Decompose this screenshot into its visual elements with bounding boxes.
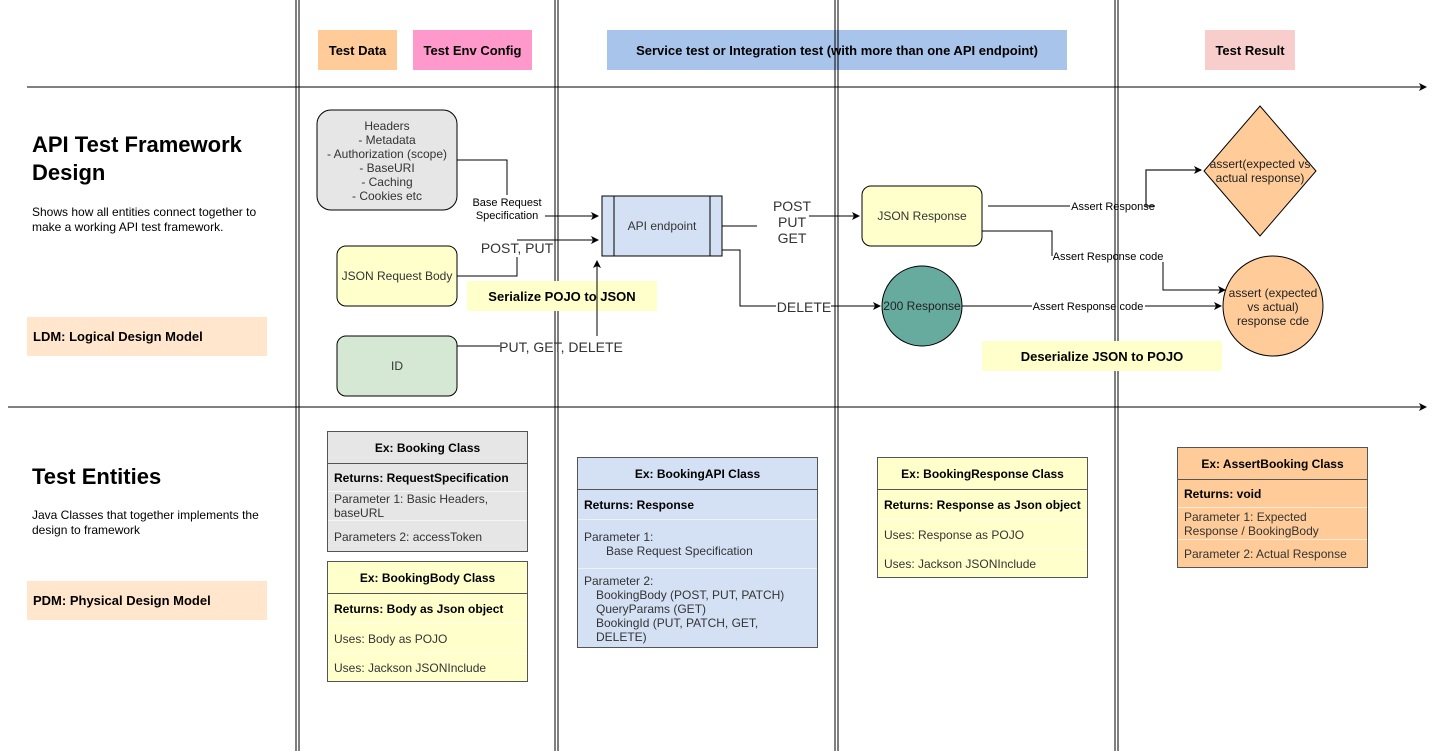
class-row: Parameter 2: BookingBody (POST, PUT, PAT… bbox=[578, 569, 817, 648]
edge-api-delete bbox=[722, 249, 776, 307]
class-row: Uses: Response as POJO bbox=[878, 520, 1087, 550]
edge-assert-code-arrow bbox=[1162, 262, 1226, 294]
class-row: Returns: Response as Json object bbox=[878, 490, 1087, 520]
class-row: Uses: Jackson JSONInclude bbox=[334, 661, 487, 675]
json-response-node: JSON Response bbox=[861, 185, 983, 247]
edge-json-request-body bbox=[457, 257, 518, 277]
assert-diamond-line: actual response) bbox=[1216, 171, 1305, 185]
headers-line: - Authorization (scope) bbox=[327, 147, 447, 161]
class-row: Uses: Jackson JSONInclude bbox=[884, 557, 1037, 571]
class-row: Parameter 1: Base Request Specification bbox=[578, 520, 817, 569]
class-header: Ex: Booking Class bbox=[328, 432, 527, 464]
deserialize-note: Deserialize JSON to POJO bbox=[1021, 349, 1184, 364]
serialize-note: Serialize POJO to JSON bbox=[488, 289, 635, 304]
class-row-text: BookingBody (POST, PUT, PATCH) bbox=[596, 587, 785, 602]
class-row: Parameter 1: Basic Headers, baseURL bbox=[328, 492, 527, 521]
json-request-body-label: JSON Request Body bbox=[342, 269, 453, 283]
assert-circle-line: vs actual) bbox=[1247, 300, 1298, 314]
class-row-text: Parameter 2: bbox=[584, 573, 654, 588]
class-row: Parameter 2: Actual Response bbox=[1184, 547, 1347, 561]
edge-label-assert-response-code-1: Assert Response code bbox=[1053, 251, 1164, 263]
edge-label-specification: Specification bbox=[476, 210, 538, 222]
class-row: Returns: Body as Json object bbox=[328, 594, 527, 624]
headers-line: - Metadata bbox=[358, 133, 416, 147]
edge-label-put: PUT bbox=[778, 214, 806, 230]
assert-circle-line: assert (expected bbox=[1229, 286, 1318, 300]
edge-label-base-request: Base Request bbox=[472, 197, 541, 209]
edge-label-post-put: POST, PUT bbox=[481, 240, 554, 256]
headers-line: - Cookies etc bbox=[352, 189, 422, 203]
api-endpoint-node: API endpoint bbox=[601, 195, 723, 257]
assert-booking-class: Ex: AssertBooking Class Returns: void Pa… bbox=[1177, 447, 1368, 568]
assert-code-circle: assert (expected vs actual) response cde bbox=[1222, 255, 1324, 357]
class-row: Returns: void bbox=[1178, 480, 1367, 508]
json-request-body-node: JSON Request Body bbox=[336, 245, 458, 307]
class-row-text: Parameter 1: bbox=[584, 530, 654, 544]
assert-circle-line: response cde bbox=[1237, 314, 1309, 328]
assert-diamond-line: assert(expected vs bbox=[1210, 157, 1311, 171]
class-header: Ex: BookingResponse Class bbox=[878, 458, 1087, 490]
id-label: ID bbox=[391, 359, 403, 373]
response-200-node: 200 Response bbox=[881, 265, 963, 347]
edge-headers bbox=[457, 159, 508, 195]
class-row: Parameters 2: accessToken bbox=[334, 529, 483, 544]
edge-label-get: GET bbox=[778, 230, 807, 246]
response-200-label: 200 Response bbox=[883, 299, 961, 313]
class-row: Returns: RequestSpecification bbox=[328, 464, 527, 492]
edge-label-delete: DELETE bbox=[777, 299, 831, 315]
class-row: Uses: Body as POJO bbox=[328, 624, 527, 654]
api-endpoint-label: API endpoint bbox=[628, 219, 697, 233]
class-row-text: Base Request Specification bbox=[606, 544, 753, 558]
assert-response-diamond: assert(expected vs actual response) bbox=[1203, 105, 1317, 237]
class-row-text: QueryParams (GET) bbox=[596, 601, 707, 616]
class-row-text: BookingId (PUT, PATCH, GET, DELETE) bbox=[596, 615, 759, 644]
class-header: Ex: BookingAPI Class bbox=[578, 458, 817, 490]
headers-line: - Caching bbox=[361, 175, 412, 189]
class-header: Ex: AssertBooking Class bbox=[1178, 448, 1367, 480]
edge-label-post: POST bbox=[773, 198, 812, 214]
booking-class: Ex: Booking Class Returns: RequestSpecif… bbox=[327, 431, 528, 552]
class-row: Returns: Response bbox=[578, 490, 817, 520]
edge-label-put-get-delete: PUT, GET, DELETE bbox=[499, 339, 623, 355]
edge-label-assert-response-code-2: Assert Response code bbox=[1033, 301, 1144, 313]
id-node: ID bbox=[336, 335, 458, 397]
headers-line: Headers bbox=[364, 119, 409, 133]
booking-api-class: Ex: BookingAPI Class Returns: Response P… bbox=[577, 457, 818, 648]
booking-body-class: Ex: BookingBody Class Returns: Body as J… bbox=[327, 561, 528, 682]
headers-node: Headers - Metadata - Authorization (scop… bbox=[316, 109, 458, 211]
edge-label-assert-response: Assert Response bbox=[1071, 201, 1155, 213]
edge-json-response-code bbox=[982, 230, 1053, 256]
class-header: Ex: BookingBody Class bbox=[328, 562, 527, 594]
headers-line: - BaseURI bbox=[359, 161, 414, 175]
json-response-label: JSON Response bbox=[877, 209, 967, 223]
booking-response-class: Ex: BookingResponse Class Returns: Respo… bbox=[877, 457, 1088, 578]
class-row: Parameter 1: Expected Response / Booking… bbox=[1178, 508, 1367, 540]
